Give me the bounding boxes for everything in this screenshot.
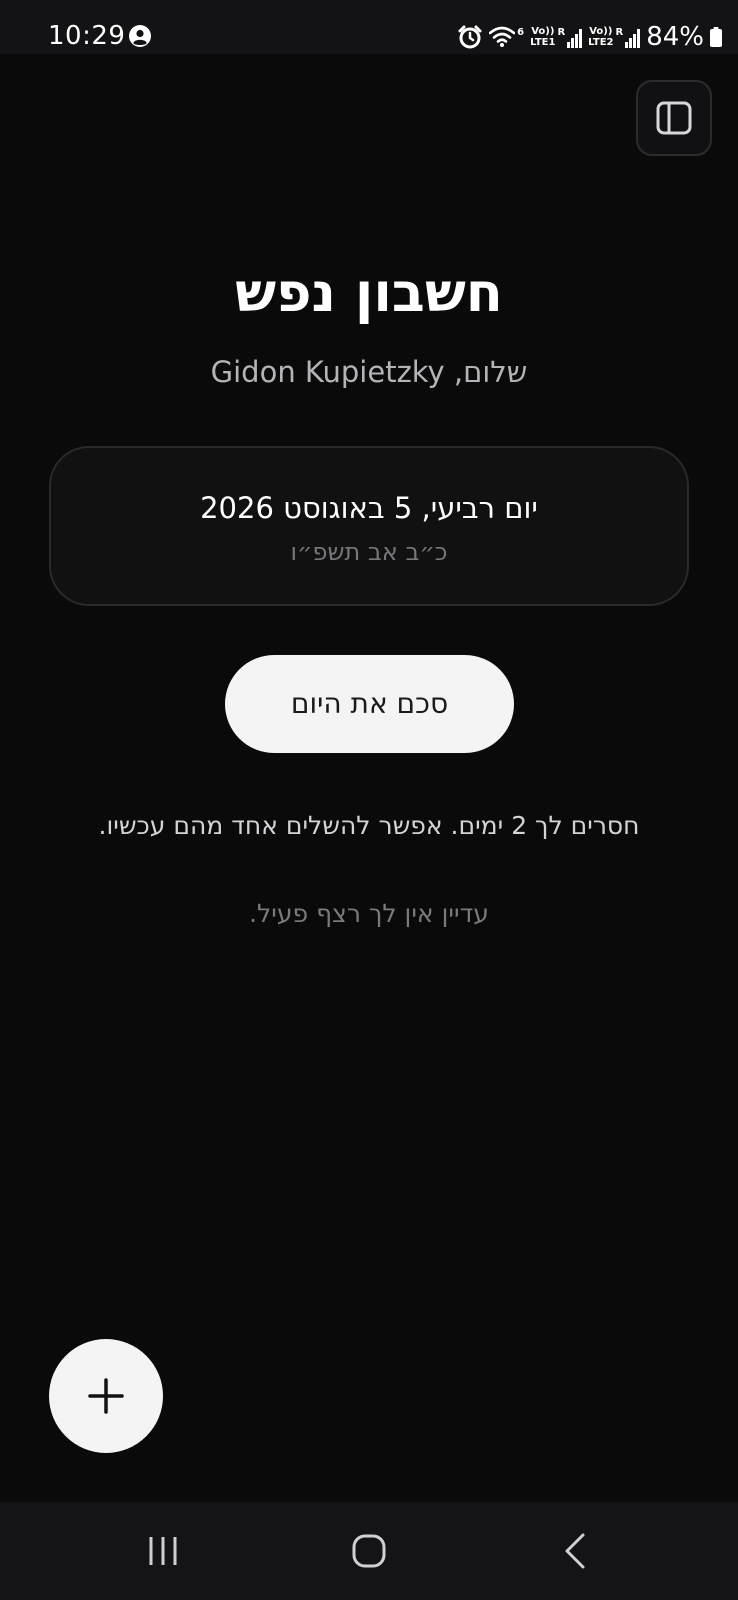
- hebrew-date: כ״ב אב תשפ״ו: [290, 538, 448, 566]
- sim1-signal-icon: [567, 28, 583, 48]
- date-card: יום רביעי, 5 באוגוסט 2026 כ״ב אב תשפ״ו: [49, 446, 689, 606]
- status-icons: 6 Vo)) LTE1 R Vo)) LTE2 R 84%: [457, 20, 722, 54]
- person-circle-icon: [129, 25, 151, 47]
- nav-home-button[interactable]: [324, 1516, 414, 1586]
- recent-apps-icon: [149, 1537, 177, 1565]
- summarize-day-button[interactable]: סכם את היום: [225, 655, 514, 753]
- sidebar-panel-icon: [656, 101, 692, 135]
- streak-status-message: עדיין אין לך רצף פעיל.: [249, 899, 489, 928]
- wifi-indicator: 6: [489, 26, 524, 48]
- sim1-indicator: Vo)) LTE1 R: [530, 26, 583, 48]
- sim1-volte-label: Vo)): [531, 26, 555, 37]
- sim1-roaming-mark: R: [557, 27, 566, 38]
- sidebar-toggle-button[interactable]: [636, 80, 712, 156]
- back-icon: [565, 1533, 585, 1569]
- sim2-indicator: Vo)) LTE2 R: [588, 26, 641, 48]
- home-icon: [352, 1534, 386, 1568]
- battery-icon: [710, 27, 722, 47]
- sim2-signal-icon: [625, 28, 641, 48]
- status-bar: 10:29 6 Vo)) LTE1 R Vo)) LTE2 R 84%: [0, 0, 738, 54]
- missing-days-message: חסרים לך 2 ימים. אפשר להשלים אחד מהם עכש…: [98, 811, 640, 840]
- add-entry-button[interactable]: [49, 1339, 163, 1453]
- sim2-network-label: LTE2: [588, 37, 614, 48]
- plus-icon: [88, 1378, 124, 1414]
- wifi-icon: [489, 26, 516, 47]
- battery-percent: 84%: [646, 22, 704, 52]
- wifi-generation: 6: [517, 27, 525, 38]
- sim2-roaming-mark: R: [615, 27, 624, 38]
- gregorian-date: יום רביעי, 5 באוגוסט 2026: [200, 491, 538, 525]
- greeting-text: שלום, Gidon Kupietzky: [210, 355, 528, 389]
- system-nav-bar: [0, 1502, 738, 1600]
- nav-back-button[interactable]: [531, 1516, 621, 1586]
- page-title: חשבון נפש: [235, 261, 503, 324]
- nav-recent-apps-button[interactable]: [118, 1516, 208, 1586]
- sim2-volte-label: Vo)): [589, 26, 613, 37]
- alarm-icon: [458, 25, 482, 49]
- app-screen: 10:29 6 Vo)) LTE1 R Vo)) LTE2 R 84% חשבו…: [0, 0, 738, 1600]
- status-time: 10:29: [48, 21, 126, 51]
- sim1-network-label: LTE1: [530, 37, 556, 48]
